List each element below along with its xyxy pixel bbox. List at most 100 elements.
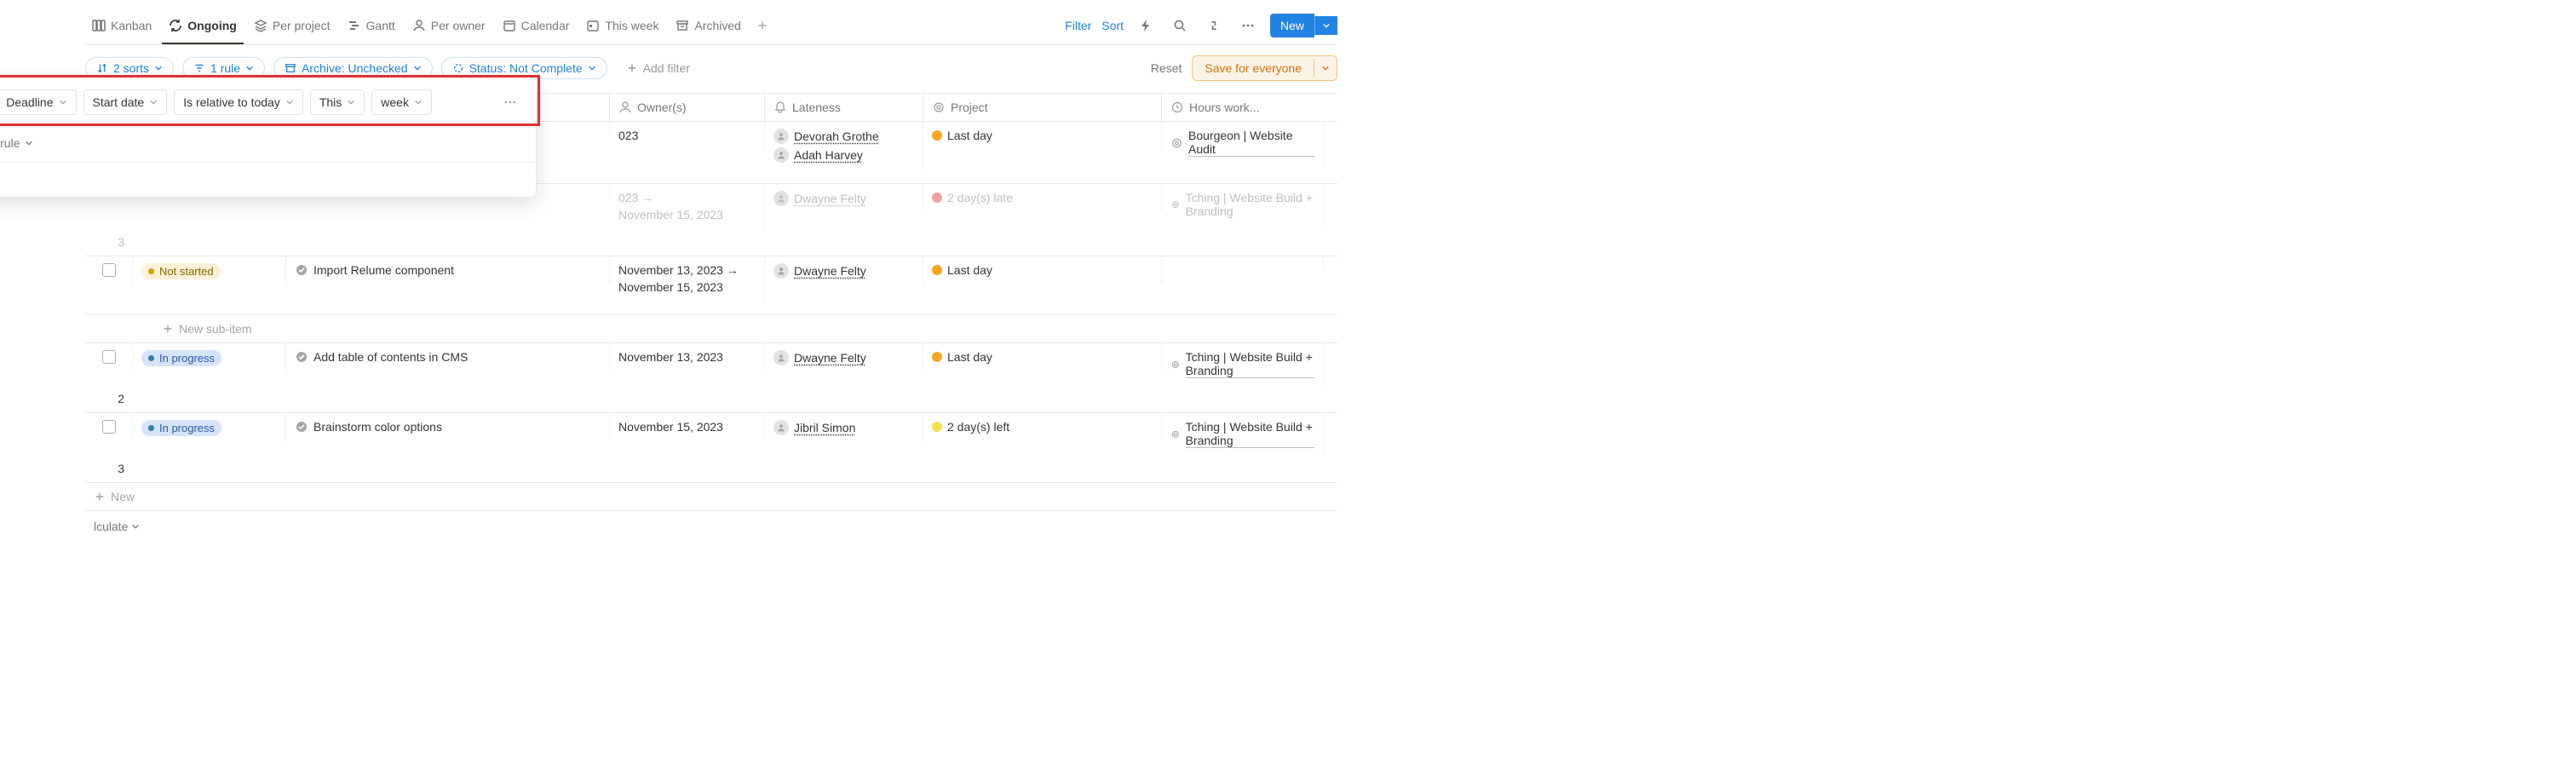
lateness-dot-icon xyxy=(932,352,942,362)
new-row-button[interactable]: New xyxy=(85,483,1337,511)
row-task-cell[interactable]: Add table of contents in CMS xyxy=(286,343,610,371)
column-project[interactable]: Project xyxy=(923,94,1162,121)
filter-subprop-label: Start date xyxy=(93,95,145,109)
tab-calendar[interactable]: Calendar xyxy=(496,15,577,36)
owner-person[interactable]: Dwayne Felty xyxy=(773,263,866,279)
tab-archived[interactable]: Archived xyxy=(669,15,747,36)
tab-this-week-label: This week xyxy=(605,19,658,32)
status-text: In progress xyxy=(159,352,215,365)
owner-person[interactable]: Adah Harvey xyxy=(773,147,863,163)
column-hours[interactable]: Hours work... xyxy=(1162,94,1324,121)
add-filter-rule-button[interactable]: Add filter rule xyxy=(0,127,536,162)
tab-per-project-label: Per project xyxy=(273,19,331,32)
deadline-text: November 13, 2023 → xyxy=(618,263,739,277)
row-owners-cell: Dwayne Felty xyxy=(765,256,923,285)
tab-ongoing[interactable]: Ongoing xyxy=(162,15,244,44)
chevron-down-icon xyxy=(25,139,33,147)
new-sub-item-button[interactable]: New sub-item xyxy=(85,315,1337,343)
row-task-cell[interactable]: Brainstorm color options xyxy=(286,413,610,440)
sort-button[interactable]: Sort xyxy=(1101,19,1124,32)
avatar-icon xyxy=(773,129,789,144)
row-owners-cell: Jibril Simon xyxy=(765,413,923,442)
new-button[interactable]: New xyxy=(1270,14,1337,37)
tab-ongoing-label: Ongoing xyxy=(187,19,237,32)
reset-button[interactable]: Reset xyxy=(1151,61,1182,75)
filter-property-select[interactable]: Deadline xyxy=(0,89,77,115)
filter-button[interactable]: Filter xyxy=(1065,19,1091,32)
owner-name: Dwayne Felty xyxy=(794,192,866,205)
new-row-label: New xyxy=(111,490,135,503)
owner-person[interactable]: Devorah Grothe xyxy=(773,129,879,144)
expand-icon[interactable] xyxy=(1202,14,1226,37)
tab-per-project[interactable]: Per project xyxy=(247,15,337,36)
row-task-cell[interactable]: Import Relume component xyxy=(286,256,610,284)
owner-person[interactable]: Dwayne Felty xyxy=(773,350,866,365)
row-deadline-cell: November 13, 2023 xyxy=(610,343,765,371)
tab-this-week[interactable]: This week xyxy=(579,15,665,36)
column-owners[interactable]: Owner(s) xyxy=(610,94,765,121)
row-checkbox-cell[interactable] xyxy=(85,343,133,371)
target-icon xyxy=(1170,358,1181,371)
chevron-down-icon xyxy=(131,522,140,531)
row-status-cell[interactable]: In progress xyxy=(133,413,286,443)
row-status-cell[interactable]: Not started xyxy=(133,256,286,286)
deadline-text: November 15, 2023 xyxy=(618,280,723,294)
row-hours-cell: 2 xyxy=(85,385,133,412)
tab-kanban[interactable]: Kanban xyxy=(85,15,158,36)
filter-operator-select[interactable]: Is relative to today xyxy=(174,89,303,115)
layers-icon xyxy=(254,19,267,32)
row-project-cell[interactable]: Bourgeon | Website Audit xyxy=(1162,122,1324,164)
owner-name: Devorah Grothe xyxy=(794,129,879,143)
tab-per-owner[interactable]: Per owner xyxy=(405,15,492,36)
checkbox[interactable] xyxy=(102,350,116,364)
row-project-cell[interactable]: Tching | Website Build + Branding xyxy=(1162,413,1324,455)
add-filter-rule-label: Add filter rule xyxy=(0,136,20,150)
status-badge: In progress xyxy=(141,420,221,436)
table-row[interactable]: In progress Brainstorm color options Nov… xyxy=(85,413,1337,483)
table-row[interactable]: Not started Import Relume component Nove… xyxy=(85,256,1337,315)
chevron-down-icon[interactable] xyxy=(1314,16,1337,35)
filter-relative1-select[interactable]: This xyxy=(310,89,365,115)
add-filter-chip-label: Add filter xyxy=(643,61,690,75)
chevron-down-icon[interactable] xyxy=(1314,59,1337,78)
check-circle-icon xyxy=(295,420,308,434)
lateness-dot-icon xyxy=(932,193,942,203)
row-project-cell[interactable]: Tching | Website Build + Branding xyxy=(1162,184,1324,225)
search-icon[interactable] xyxy=(1168,14,1192,37)
row-checkbox-cell[interactable] xyxy=(85,413,133,440)
row-checkbox-cell[interactable] xyxy=(85,256,133,284)
filter-subprop-select[interactable]: Start date xyxy=(83,89,168,115)
filter-relative2-select[interactable]: week xyxy=(371,89,432,115)
column-project-label: Project xyxy=(951,101,988,114)
rule-chip-label: 1 rule xyxy=(210,61,240,75)
add-view-button[interactable] xyxy=(751,16,773,35)
tab-gantt[interactable]: Gantt xyxy=(341,15,402,36)
checkbox[interactable] xyxy=(102,263,116,277)
checkbox[interactable] xyxy=(102,420,116,434)
avatar-icon xyxy=(773,420,789,435)
status-badge: In progress xyxy=(141,350,221,366)
row-status-cell[interactable]: In progress xyxy=(133,343,286,373)
more-icon[interactable] xyxy=(1236,14,1260,37)
hours-text: 3 xyxy=(118,235,124,249)
table-row[interactable]: In progress Add table of contents in CMS… xyxy=(85,343,1337,413)
owner-name: Adah Harvey xyxy=(794,148,863,162)
row-owners-cell: Dwayne Felty xyxy=(765,343,923,372)
delete-filter-button[interactable]: Delete filter xyxy=(0,162,536,197)
row-project-cell[interactable]: Tching | Website Build + Branding xyxy=(1162,343,1324,385)
save-for-everyone-button[interactable]: Save for everyone xyxy=(1192,55,1337,81)
calculate-footer[interactable]: lculate xyxy=(85,511,1337,542)
status-text: Not started xyxy=(159,265,214,278)
filter-property-label: Deadline xyxy=(6,95,53,109)
row-deadline-cell: November 13, 2023 → November 15, 2023 xyxy=(610,256,765,301)
more-icon[interactable] xyxy=(498,90,522,114)
avatar-icon xyxy=(773,191,789,206)
owner-person[interactable]: Jibril Simon xyxy=(773,420,855,435)
bolt-icon[interactable] xyxy=(1134,14,1158,37)
add-filter-chip[interactable]: Add filter xyxy=(616,58,700,78)
column-lateness[interactable]: Lateness xyxy=(765,94,923,121)
status-text: In progress xyxy=(159,422,215,434)
task-title: Add table of contents in CMS xyxy=(313,350,468,364)
row-deadline-cell: 023 → November 15, 2023 xyxy=(610,184,765,228)
owner-person[interactable]: Dwayne Felty xyxy=(773,191,866,206)
